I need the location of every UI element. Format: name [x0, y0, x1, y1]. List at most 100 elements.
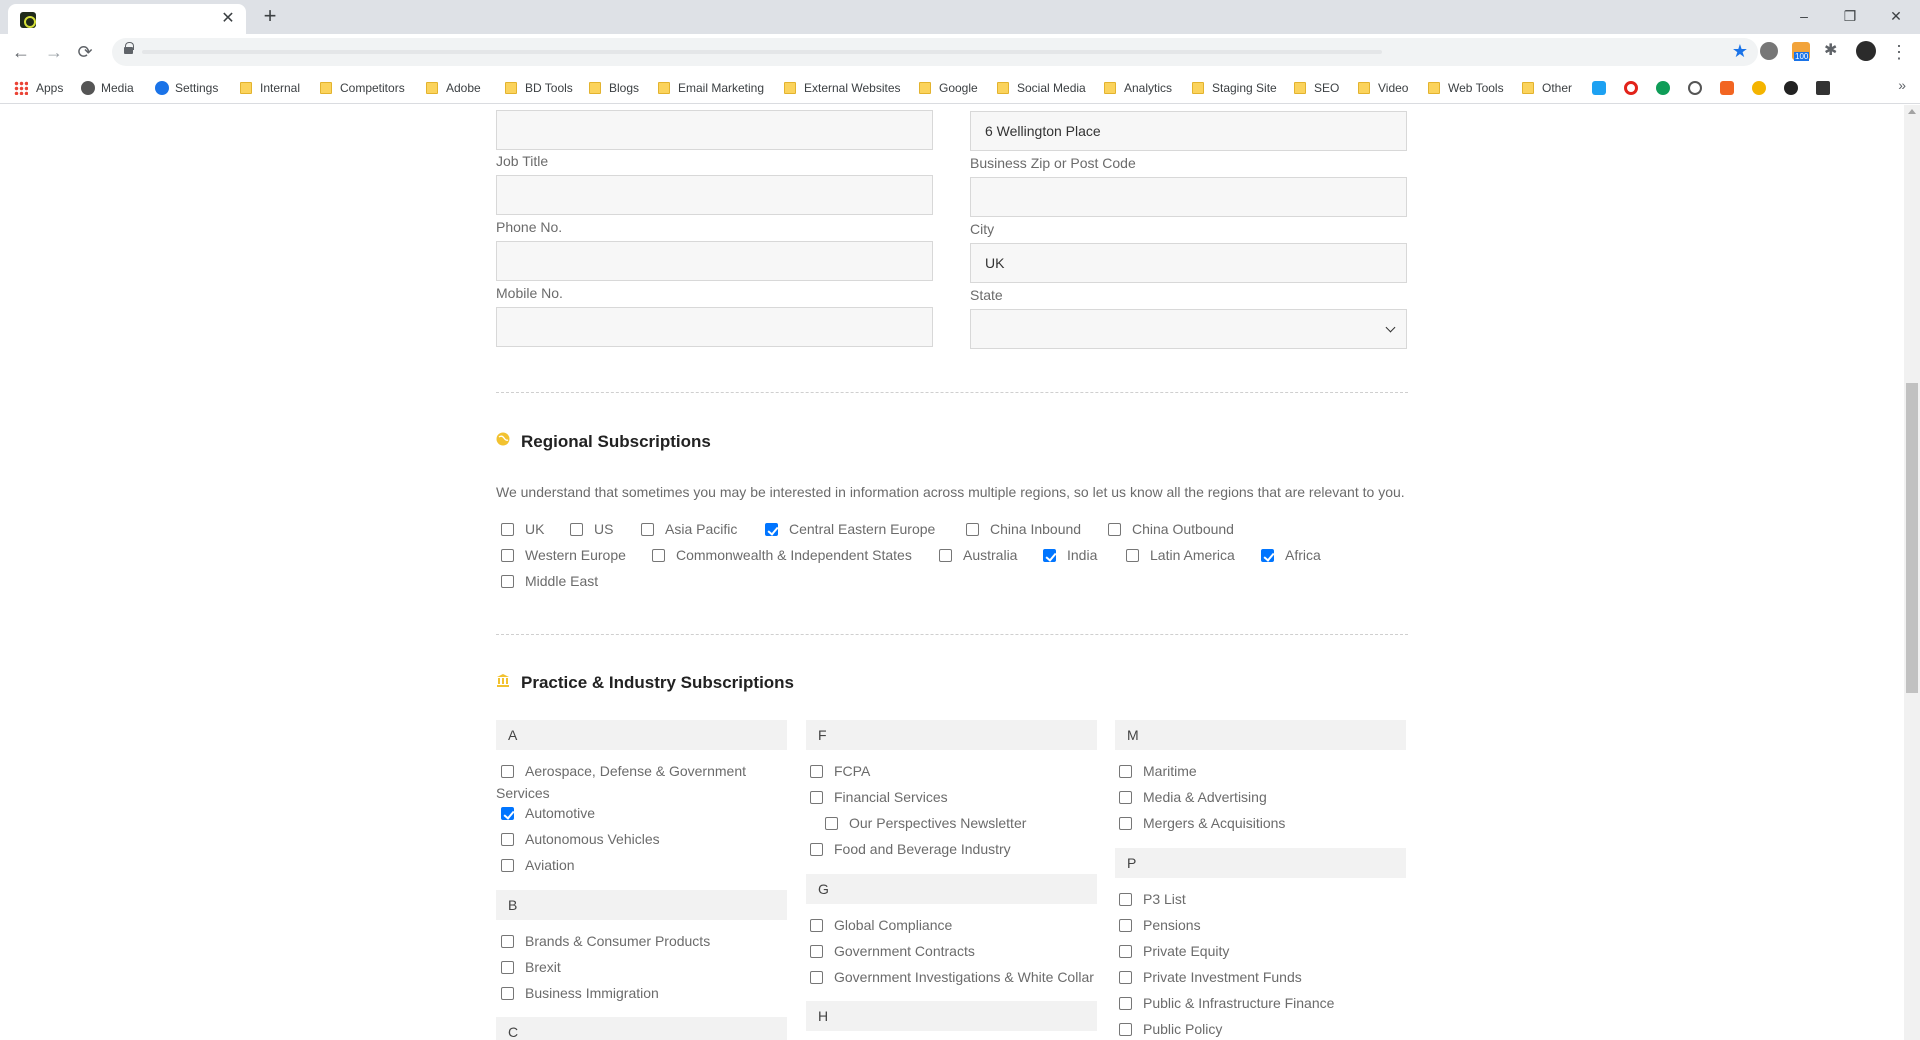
bookmark-site-icon-1[interactable]	[1592, 79, 1612, 97]
bookmark-apps[interactable]: Apps	[14, 79, 63, 97]
bookmark-media[interactable]: Media	[81, 79, 134, 97]
bookmark-settings[interactable]: Settings	[155, 79, 218, 97]
mobile-label: Mobile No.	[496, 285, 563, 301]
checkbox-unchecked[interactable]	[1119, 893, 1132, 906]
checkbox-unchecked[interactable]	[641, 523, 654, 536]
bookmark-analytics[interactable]: Analytics	[1104, 79, 1172, 97]
bookmark-site-icon-3[interactable]	[1656, 79, 1676, 97]
apps-grid-icon	[14, 81, 28, 95]
bookmark-internal[interactable]: Internal	[240, 79, 300, 97]
rss-extension-icon[interactable]: 100	[1792, 42, 1810, 61]
alphabet-heading: B	[496, 890, 787, 920]
bookmark-social-media[interactable]: Social Media	[997, 79, 1086, 97]
forward-icon[interactable]: →	[43, 41, 65, 63]
checkbox-label: Financial Services	[834, 789, 948, 805]
checkbox-unchecked[interactable]	[501, 575, 514, 588]
bookmark-site-icon-2[interactable]	[1624, 79, 1644, 97]
back-icon[interactable]: ←	[10, 41, 32, 63]
checkbox-unchecked[interactable]	[810, 765, 823, 778]
bookmark-bd-tools[interactable]: BD Tools	[505, 79, 573, 97]
company-field[interactable]	[496, 110, 933, 150]
checkbox-unchecked[interactable]	[652, 549, 665, 562]
checkbox-unchecked[interactable]	[1119, 1023, 1132, 1036]
bookmark-star-icon[interactable]: ★	[1732, 41, 1748, 62]
checkbox-unchecked[interactable]	[1108, 523, 1121, 536]
mobile-field[interactable]	[496, 307, 933, 347]
checkbox-unchecked[interactable]	[501, 859, 514, 872]
bookmark-seo[interactable]: SEO	[1294, 79, 1339, 97]
new-tab-button[interactable]: +	[258, 4, 282, 28]
checkbox-unchecked[interactable]	[1119, 997, 1132, 1010]
business-address-field[interactable]: 6 Wellington Place	[970, 111, 1407, 151]
checkbox-unchecked[interactable]	[501, 987, 514, 1000]
checkbox-unchecked[interactable]	[810, 971, 823, 984]
folder-icon	[1428, 82, 1440, 94]
bookmark-blogs[interactable]: Blogs	[589, 79, 639, 97]
checkbox-unchecked[interactable]	[501, 935, 514, 948]
checkbox-unchecked[interactable]	[810, 919, 823, 932]
checkbox-unchecked[interactable]	[939, 549, 952, 562]
page-scrollbar[interactable]	[1904, 105, 1920, 1040]
checkbox-checked[interactable]	[1261, 549, 1274, 562]
site-icon	[1592, 81, 1606, 95]
checkbox-label: Private Investment Funds	[1143, 969, 1302, 985]
bookmark-email-marketing[interactable]: Email Marketing	[658, 79, 764, 97]
profile-avatar[interactable]	[1856, 41, 1876, 61]
bookmark-other[interactable]: Other	[1522, 79, 1572, 97]
checkbox-unchecked[interactable]	[1119, 765, 1132, 778]
city-field[interactable]: UK	[970, 243, 1407, 283]
bookmark-staging-site[interactable]: Staging Site	[1192, 79, 1277, 97]
close-tab-icon[interactable]: ✕	[218, 9, 238, 29]
restore-icon[interactable]: ❐	[1838, 6, 1862, 26]
state-select[interactable]	[970, 309, 1407, 349]
bookmark-site-icon-6[interactable]	[1752, 79, 1772, 97]
bookmarks-overflow-icon[interactable]: »	[1898, 77, 1906, 93]
folder-icon	[1358, 82, 1370, 94]
job-title-field[interactable]	[496, 175, 933, 215]
checkbox-unchecked[interactable]	[1119, 817, 1132, 830]
close-window-icon[interactable]: ✕	[1884, 6, 1908, 26]
phone-field[interactable]	[496, 241, 933, 281]
address-bar[interactable]: ★	[112, 38, 1758, 66]
reload-icon[interactable]: ⟳	[74, 41, 96, 63]
url-text	[142, 50, 1382, 54]
scrollbar-thumb[interactable]	[1906, 383, 1918, 693]
checkbox-checked[interactable]	[765, 523, 778, 536]
checkbox-checked[interactable]	[1043, 549, 1056, 562]
checkbox-unchecked[interactable]	[1126, 549, 1139, 562]
checkbox-unchecked[interactable]	[501, 765, 514, 778]
bookmark-competitors[interactable]: Competitors	[320, 79, 405, 97]
bookmark-site-icon-5[interactable]	[1720, 79, 1740, 97]
checkbox-unchecked[interactable]	[966, 523, 979, 536]
bookmark-adobe[interactable]: Adobe	[426, 79, 481, 97]
checkbox-unchecked[interactable]	[501, 523, 514, 536]
checkbox-unchecked[interactable]	[501, 549, 514, 562]
checkbox-unchecked[interactable]	[810, 791, 823, 804]
extension-circle-icon[interactable]	[1760, 42, 1778, 60]
checkbox-unchecked[interactable]	[810, 843, 823, 856]
bookmark-video[interactable]: Video	[1358, 79, 1408, 97]
checkbox-unchecked[interactable]	[501, 961, 514, 974]
bookmark-site-icon-7[interactable]	[1784, 79, 1804, 97]
extensions-puzzle-icon[interactable]: ✱	[1824, 40, 1842, 59]
checkbox-unchecked[interactable]	[825, 817, 838, 830]
bookmark-site-icon-8[interactable]	[1816, 79, 1836, 97]
scroll-up-arrow-icon[interactable]	[1908, 109, 1916, 114]
bookmark-site-icon-4[interactable]	[1688, 79, 1708, 97]
browser-menu-icon[interactable]: ⋮	[1888, 41, 1910, 63]
checkbox-unchecked[interactable]	[1119, 945, 1132, 958]
bookmark-external-websites[interactable]: External Websites	[784, 79, 901, 97]
checkbox-checked[interactable]	[501, 807, 514, 820]
checkbox-unchecked[interactable]	[1119, 971, 1132, 984]
bookmark-google[interactable]: Google	[919, 79, 978, 97]
checkbox-label-continuation: Services	[496, 785, 550, 801]
browser-tab[interactable]: ✕	[8, 4, 246, 34]
checkbox-unchecked[interactable]	[1119, 919, 1132, 932]
bookmark-web-tools[interactable]: Web Tools	[1428, 79, 1504, 97]
checkbox-unchecked[interactable]	[810, 945, 823, 958]
checkbox-unchecked[interactable]	[1119, 791, 1132, 804]
minimize-icon[interactable]: –	[1792, 6, 1816, 26]
checkbox-unchecked[interactable]	[501, 833, 514, 846]
checkbox-unchecked[interactable]	[570, 523, 583, 536]
zip-field[interactable]	[970, 177, 1407, 217]
